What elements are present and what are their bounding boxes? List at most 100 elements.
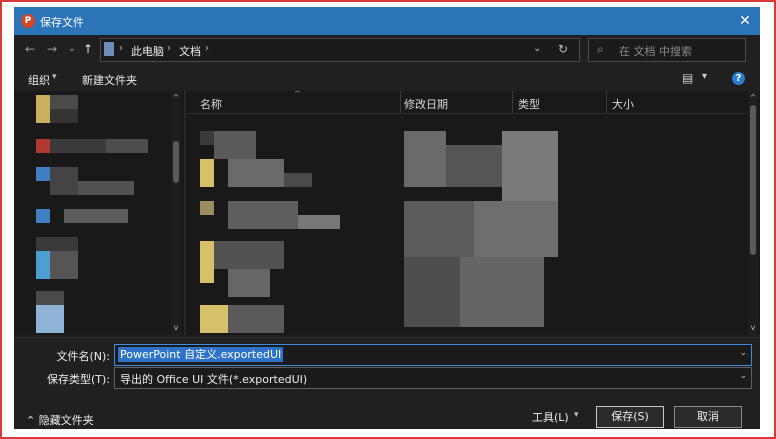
- navigation-pane-scrollbar[interactable]: ^ v: [171, 91, 181, 335]
- chevron-up-icon: ⌃: [26, 414, 36, 427]
- blurred-date: [446, 145, 502, 187]
- hide-folders-toggle[interactable]: ⌃ 隐藏文件夹: [26, 412, 94, 428]
- blurred-item: [36, 237, 78, 251]
- blurred-item: [36, 209, 50, 223]
- organize-button[interactable]: 组织: [28, 72, 50, 88]
- blurred-file-name: [228, 159, 284, 187]
- breadcrumb-separator[interactable]: ›: [167, 43, 171, 54]
- blurred-file-name: [214, 241, 284, 269]
- blurred-item: [50, 95, 78, 109]
- scroll-down-icon[interactable]: v: [171, 323, 181, 332]
- blurred-item: [106, 139, 148, 153]
- blurred-folder-icon: [200, 159, 214, 187]
- blurred-item: [50, 109, 78, 123]
- scroll-up-icon[interactable]: ^: [748, 93, 758, 102]
- sort-ascending-icon: ^: [294, 91, 301, 98]
- new-folder-button[interactable]: 新建文件夹: [82, 72, 137, 88]
- command-bar: 组织 ▾ 新建文件夹 ▤ ▾ ?: [14, 69, 760, 89]
- search-icon: ⌕: [597, 42, 604, 56]
- scroll-up-icon[interactable]: ^: [171, 93, 181, 102]
- pane-divider[interactable]: [184, 91, 185, 335]
- save-options-area: 文件名(N): PowerPoint 自定义.exportedUI ⌄ 保存类型…: [14, 337, 760, 429]
- title-bar: P 保存文件 ✕: [14, 7, 760, 35]
- filetype-select[interactable]: 导出的 Office UI 文件(*.exportedUI) ⌄: [114, 367, 752, 389]
- filename-input[interactable]: PowerPoint 自定义.exportedUI ⌄: [114, 344, 752, 366]
- organize-caret-icon[interactable]: ▾: [52, 72, 57, 82]
- hide-folders-label: 隐藏文件夹: [38, 414, 94, 427]
- blurred-item: [50, 251, 78, 279]
- recent-locations-chevron-icon[interactable]: ⌄: [64, 41, 80, 57]
- breadcrumb-documents[interactable]: 文档: [179, 43, 201, 59]
- column-header-type[interactable]: 类型: [518, 96, 540, 112]
- scrollbar-thumb[interactable]: [750, 105, 756, 255]
- address-dropdown-icon[interactable]: ⌄: [533, 43, 541, 54]
- column-header-size[interactable]: 大小: [612, 96, 634, 112]
- blurred-folder-icon: [200, 241, 214, 283]
- column-separator[interactable]: [606, 91, 607, 113]
- file-list-scrollbar[interactable]: ^ v: [748, 91, 758, 335]
- view-options-caret-icon[interactable]: ▾: [702, 71, 707, 82]
- close-icon[interactable]: ✕: [736, 12, 754, 30]
- help-icon[interactable]: ?: [732, 72, 745, 85]
- blurred-file-icon: [200, 131, 214, 145]
- column-separator[interactable]: [512, 91, 513, 113]
- blurred-item: [50, 167, 78, 195]
- filename-history-dropdown-icon[interactable]: ⌄: [739, 348, 747, 358]
- column-header-date-modified[interactable]: 修改日期: [404, 96, 448, 112]
- back-arrow-icon[interactable]: ←: [22, 41, 38, 57]
- forward-arrow-icon[interactable]: →: [44, 41, 60, 57]
- save-file-dialog: P 保存文件 ✕ ← → ⌄ ↑ › 此电脑 › 文档 › ⌄ ↻ ⌕ 在 文档…: [14, 7, 760, 429]
- this-pc-icon: [104, 42, 114, 56]
- search-placeholder: 在 文档 中搜索: [619, 45, 692, 58]
- address-bar[interactable]: › 此电脑 › 文档 › ⌄ ↻: [100, 38, 580, 62]
- breadcrumb-this-pc[interactable]: 此电脑: [131, 43, 164, 59]
- tools-menu-button[interactable]: 工具(L): [532, 409, 569, 425]
- blurred-file-name: [228, 201, 298, 229]
- breadcrumb-separator[interactable]: ›: [205, 43, 209, 54]
- save-button[interactable]: 保存(S): [596, 406, 664, 428]
- blurred-folder-icon: [200, 201, 214, 215]
- refresh-icon[interactable]: ↻: [558, 42, 568, 56]
- blurred-file-name: [284, 173, 312, 187]
- filename-selected-text[interactable]: PowerPoint 自定义.exportedUI: [118, 347, 284, 362]
- blurred-item: [36, 167, 50, 181]
- blurred-item: [36, 139, 50, 153]
- blurred-item: [36, 305, 64, 333]
- window-title: 保存文件: [40, 16, 84, 29]
- blurred-file-name: [214, 131, 256, 159]
- blurred-date: [404, 257, 460, 327]
- tools-caret-icon[interactable]: ▾: [574, 410, 579, 420]
- up-arrow-icon[interactable]: ↑: [80, 41, 96, 57]
- filetype-selected-value: 导出的 Office UI 文件(*.exportedUI): [120, 373, 308, 386]
- column-header-row: ^ 名称 修改日期 类型 大小: [186, 91, 746, 114]
- blurred-date: [404, 201, 474, 257]
- blurred-item: [50, 139, 106, 153]
- blurred-item: [64, 209, 128, 223]
- navigation-bar: ← → ⌄ ↑ › 此电脑 › 文档 › ⌄ ↻ ⌕ 在 文档 中搜索: [14, 35, 760, 65]
- powerpoint-app-icon: P: [21, 14, 35, 28]
- scrollbar-thumb[interactable]: [173, 141, 179, 183]
- blurred-file-name: [228, 269, 270, 297]
- view-options-icon[interactable]: ▤: [682, 71, 693, 85]
- blurred-type: [460, 257, 544, 327]
- blurred-type: [502, 131, 558, 201]
- file-list-pane[interactable]: ^ 名称 修改日期 类型 大小: [186, 91, 760, 335]
- search-box[interactable]: ⌕ 在 文档 中搜索: [588, 38, 746, 62]
- blurred-file-name: [298, 215, 340, 229]
- filetype-dropdown-icon[interactable]: ⌄: [739, 371, 747, 381]
- filename-label: 文件名(N):: [56, 350, 110, 363]
- scroll-down-icon[interactable]: v: [748, 323, 758, 332]
- column-header-name[interactable]: 名称: [200, 96, 222, 112]
- blurred-folder: [36, 95, 50, 123]
- breadcrumb-separator[interactable]: ›: [119, 43, 123, 54]
- blurred-file-name: [228, 305, 284, 333]
- column-separator[interactable]: [400, 91, 401, 113]
- blurred-folder-icon: [200, 305, 228, 333]
- blurred-item: [78, 181, 134, 195]
- blurred-date: [404, 131, 446, 187]
- blurred-type: [474, 201, 558, 257]
- cancel-button[interactable]: 取消: [674, 406, 742, 428]
- navigation-pane[interactable]: [14, 91, 184, 335]
- blurred-item: [36, 251, 50, 279]
- filetype-label: 保存类型(T):: [46, 373, 110, 386]
